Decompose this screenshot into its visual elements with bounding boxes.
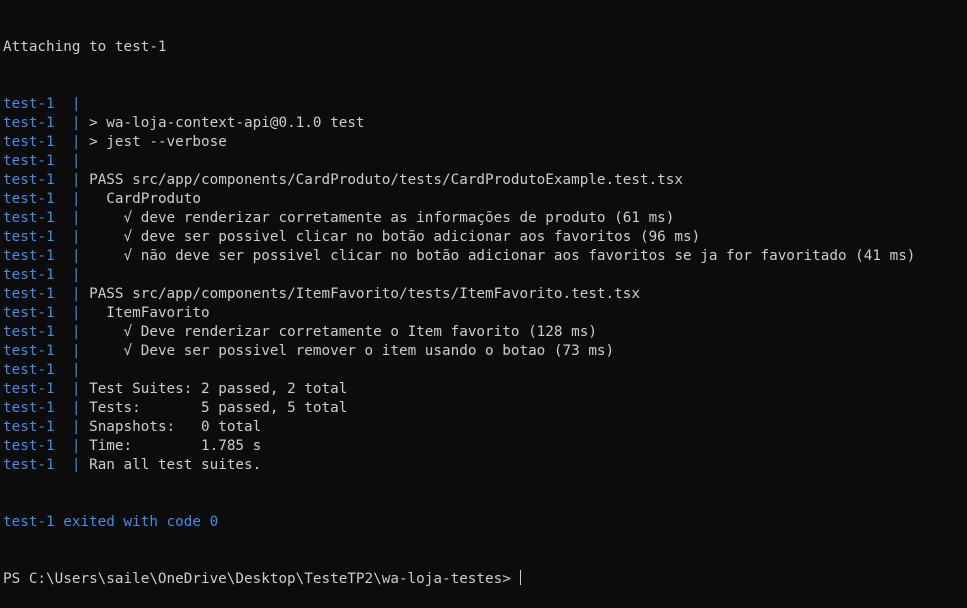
log-line: test-1 | Ran all test suites. (3, 456, 967, 475)
container-prefix: test-1 (3, 343, 55, 359)
container-prefix: test-1 (3, 381, 55, 397)
container-prefix: test-1 (3, 419, 55, 435)
separator: | (71, 305, 81, 321)
log-line: test-1 | Tests: 5 passed, 5 total (3, 399, 967, 418)
log-line: test-1 | √ deve renderizar corretamente … (3, 209, 967, 228)
log-line: test-1 | √ não deve ser possivel clicar … (3, 247, 967, 266)
log-line: test-1 | CardProduto (3, 190, 967, 209)
container-prefix: test-1 (3, 134, 55, 150)
container-prefix: test-1 (3, 400, 55, 416)
container-prefix: test-1 (3, 115, 55, 131)
log-line: test-1 | Snapshots: 0 total (3, 418, 967, 437)
container-prefix: test-1 (3, 229, 55, 245)
log-line: test-1 | √ deve ser possivel clicar no b… (3, 228, 967, 247)
log-line: test-1 | Time: 1.785 s (3, 437, 967, 456)
log-line: test-1 | ItemFavorito (3, 304, 967, 323)
log-text: √ Deve renderizar corretamente o Item fa… (89, 324, 597, 340)
container-prefix: test-1 (3, 96, 55, 112)
separator: | (71, 134, 81, 150)
container-prefix: test-1 (3, 362, 55, 378)
separator: | (71, 419, 81, 435)
log-line: test-1 | PASS src/app/components/CardPro… (3, 171, 967, 190)
log-text: √ deve renderizar corretamente as inform… (89, 210, 675, 226)
container-prefix: test-1 (3, 305, 55, 321)
log-text: > wa-loja-context-api@0.1.0 test (89, 115, 365, 131)
separator: | (71, 191, 81, 207)
log-line: test-1 | (3, 266, 967, 285)
log-text: ItemFavorito (89, 305, 210, 321)
container-prefix: test-1 (3, 153, 55, 169)
log-line: test-1 | > jest --verbose (3, 133, 967, 152)
separator: | (71, 115, 81, 131)
separator: | (71, 381, 81, 397)
log-line: test-1 | (3, 152, 967, 171)
separator: | (71, 343, 81, 359)
separator: | (71, 438, 81, 454)
log-line: test-1 | (3, 95, 967, 114)
log-line: test-1 | (3, 361, 967, 380)
container-prefix: test-1 (3, 172, 55, 188)
log-line: test-1 | Test Suites: 2 passed, 2 total (3, 380, 967, 399)
separator: | (71, 229, 81, 245)
separator: | (71, 153, 81, 169)
log-output: test-1 | test-1 | > wa-loja-context-api@… (3, 95, 967, 475)
log-text: PASS src/app/components/ItemFavorito/tes… (89, 286, 640, 302)
log-text: PASS src/app/components/CardProduto/test… (89, 172, 684, 188)
container-prefix: test-1 (3, 457, 55, 473)
separator: | (71, 400, 81, 416)
log-line: test-1 | √ Deve ser possivel remover o i… (3, 342, 967, 361)
attach-line: Attaching to test-1 (3, 39, 167, 55)
log-text: Ran all test suites. (89, 457, 262, 473)
log-text: √ deve ser possivel clicar no botão adic… (89, 229, 701, 245)
log-line: test-1 | > wa-loja-context-api@0.1.0 tes… (3, 114, 967, 133)
log-text: √ não deve ser possivel clicar no botão … (89, 248, 916, 264)
separator: | (71, 172, 81, 188)
prompt-line[interactable]: PS C:\Users\saile\OneDrive\Desktop\Teste… (3, 570, 967, 589)
separator: | (71, 324, 81, 340)
container-prefix: test-1 (3, 210, 55, 226)
log-line: test-1 | √ Deve renderizar corretamente … (3, 323, 967, 342)
text-cursor (520, 570, 522, 585)
separator: | (71, 210, 81, 226)
log-text: Tests: 5 passed, 5 total (89, 400, 348, 416)
log-text: Time: 1.785 s (89, 438, 262, 454)
separator: | (71, 362, 81, 378)
container-prefix: test-1 (3, 438, 55, 454)
prompt-text: PS C:\Users\saile\OneDrive\Desktop\Teste… (3, 571, 520, 587)
log-text: √ Deve ser possivel remover o item usand… (89, 343, 615, 359)
container-prefix: test-1 (3, 324, 55, 340)
container-prefix: test-1 (3, 248, 55, 264)
container-prefix: test-1 (3, 286, 55, 302)
separator: | (71, 267, 81, 283)
container-prefix: test-1 (3, 191, 55, 207)
log-text: CardProduto (89, 191, 201, 207)
log-text: > jest --verbose (89, 134, 227, 150)
separator: | (71, 248, 81, 264)
terminal-window[interactable]: Attaching to test-1 test-1 | test-1 | > … (0, 0, 967, 587)
exit-line: test-1 exited with code 0 (3, 514, 219, 530)
container-prefix: test-1 (3, 267, 55, 283)
log-line: test-1 | PASS src/app/components/ItemFav… (3, 285, 967, 304)
separator: | (71, 96, 81, 112)
log-text: Test Suites: 2 passed, 2 total (89, 381, 348, 397)
separator: | (71, 286, 81, 302)
log-text: Snapshots: 0 total (89, 419, 262, 435)
separator: | (71, 457, 81, 473)
